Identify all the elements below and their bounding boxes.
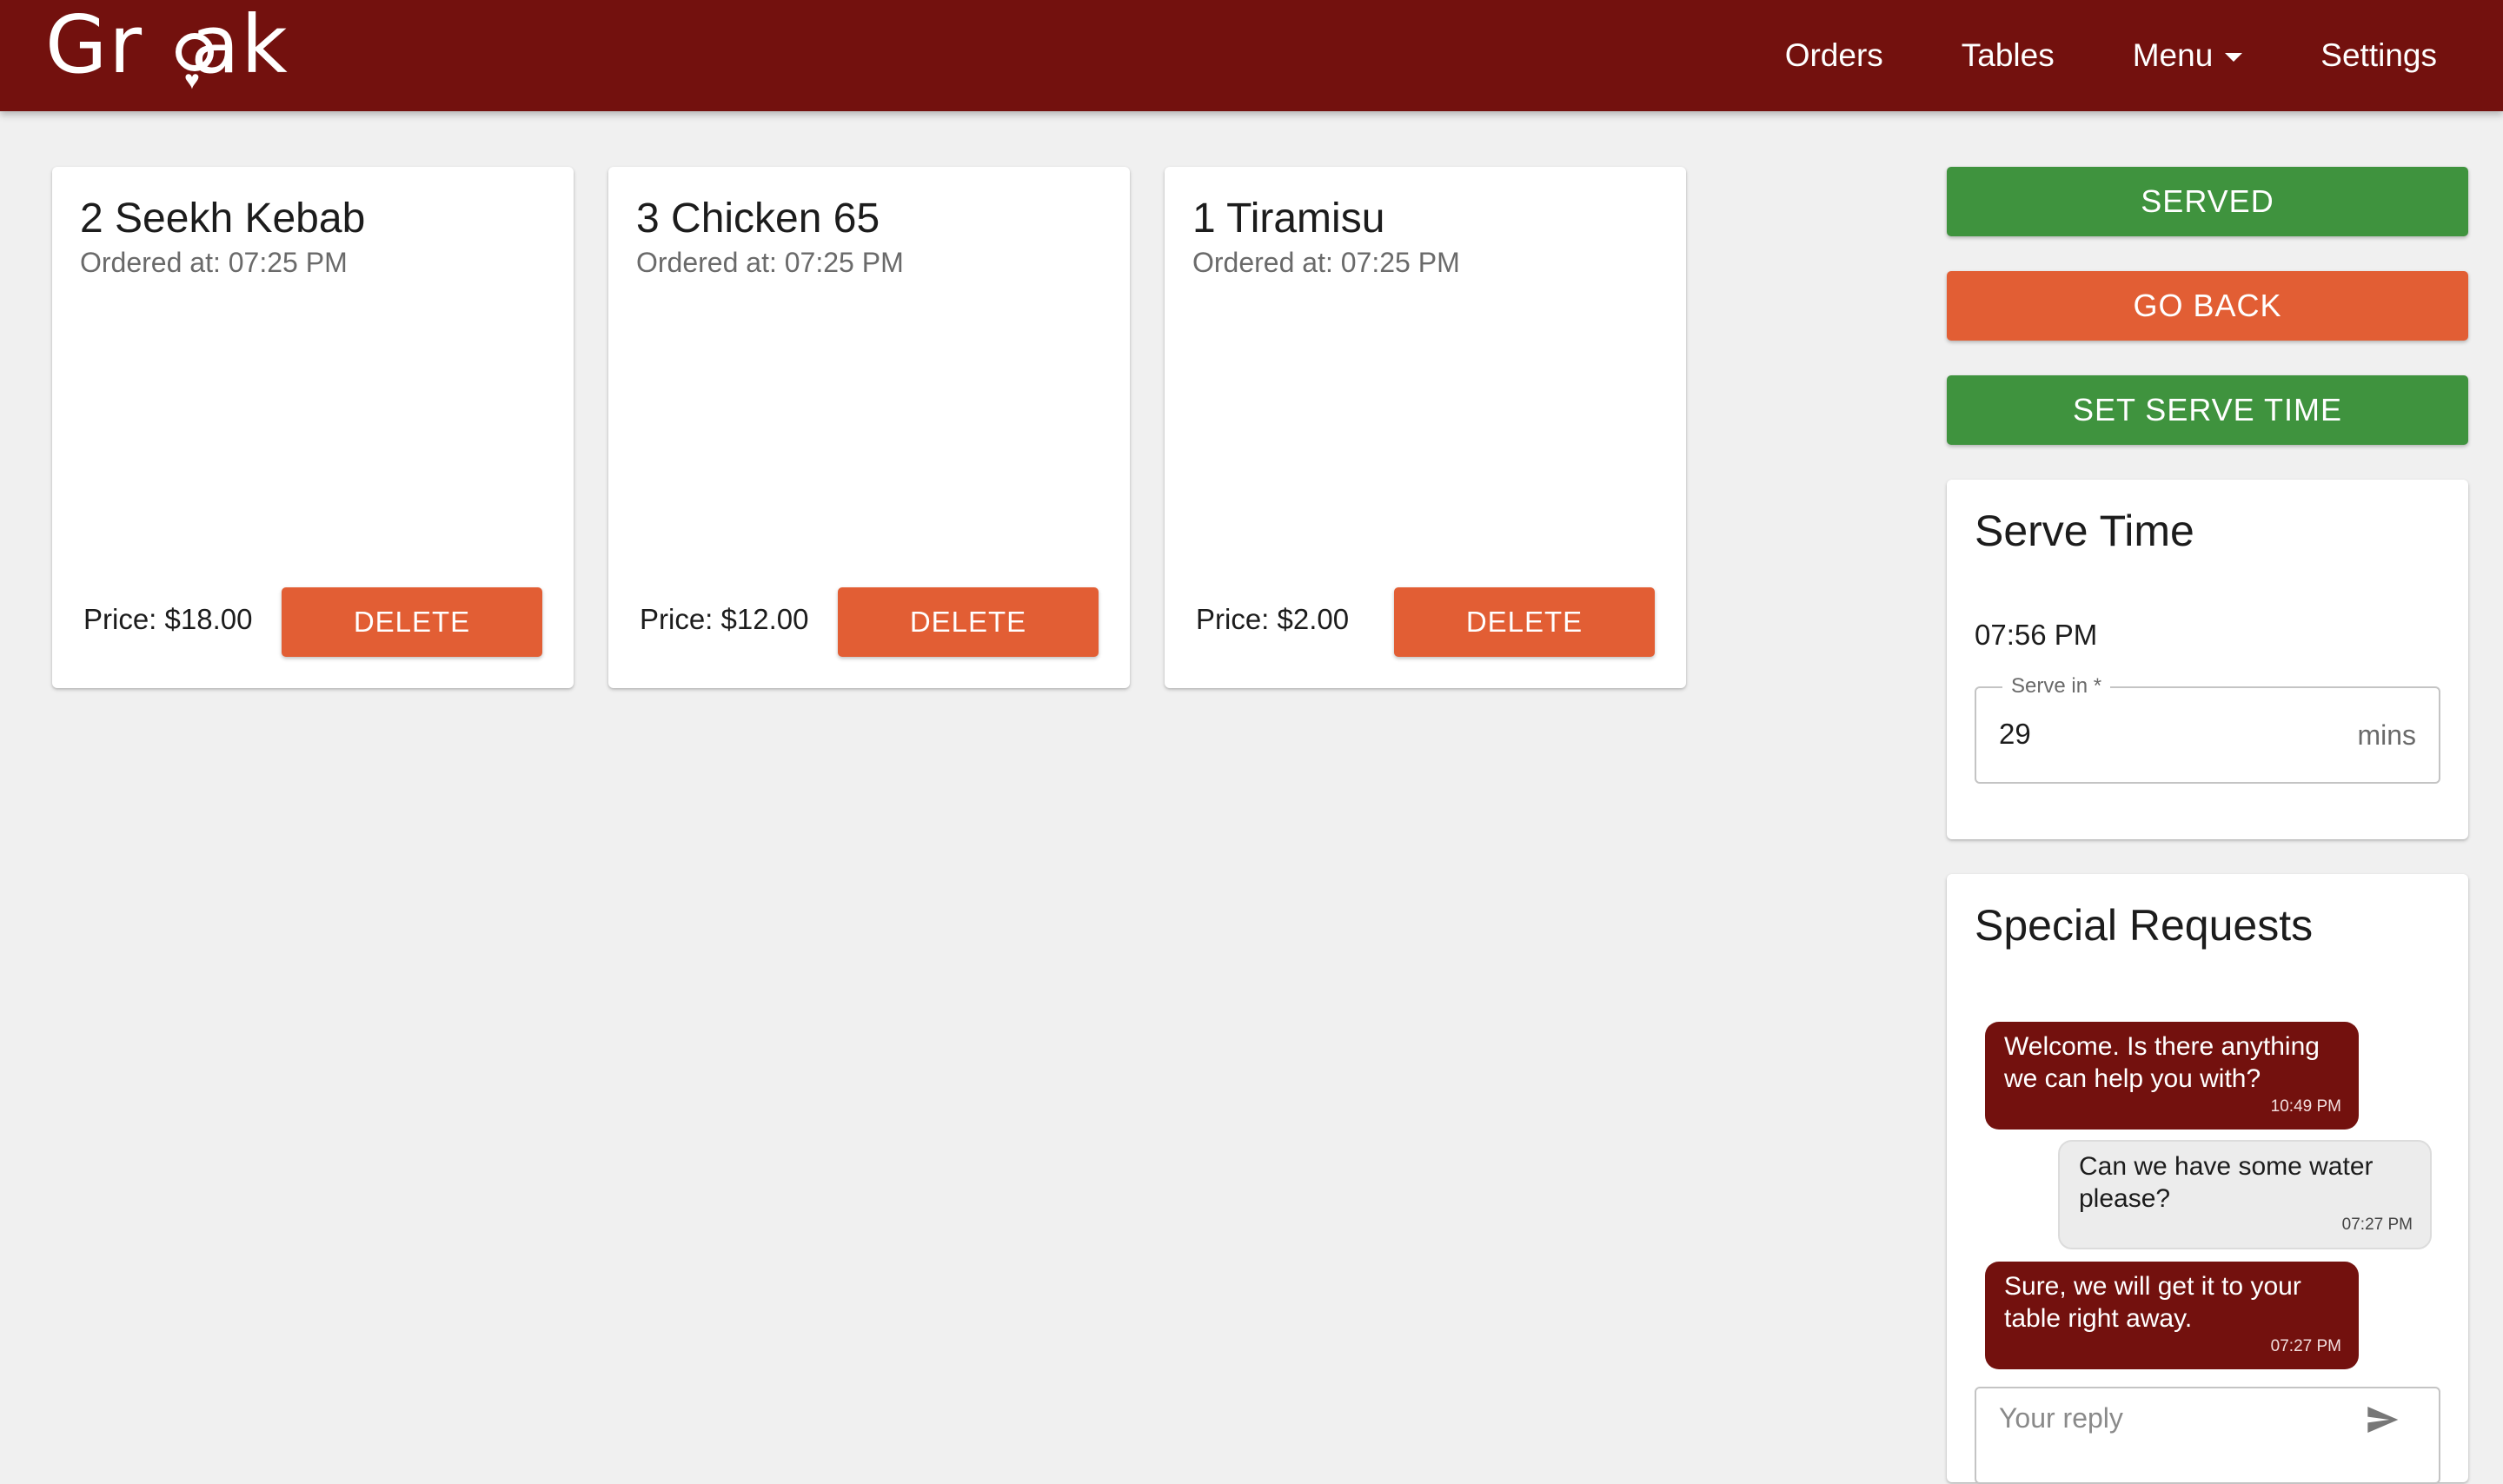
serve-time-value: 07:56 PM (1975, 619, 2098, 651)
message-time: 07:27 PM (2341, 1216, 2413, 1234)
order-title: 3 Chicken 65 (636, 195, 880, 242)
message-text: Welcome. Is there anything we can help y… (2004, 1032, 2320, 1093)
send-icon[interactable] (2362, 1402, 2402, 1437)
nav-settings-label: Settings (2320, 37, 2437, 73)
reply-field[interactable] (1975, 1387, 2440, 1484)
app-bar: Gr ak ♥ Orders Tables Menu Settings (0, 0, 2503, 111)
chat-message-guest: Can we have some water please? 07:27 PM (2058, 1140, 2432, 1249)
nav-settings[interactable]: Settings (2320, 37, 2437, 74)
serve-in-field[interactable]: Serve in * mins (1975, 674, 2440, 784)
message-time: 10:49 PM (2270, 1097, 2341, 1116)
chat-message-staff: Welcome. Is there anything we can help y… (1985, 1022, 2359, 1130)
order-title: 2 Seekh Kebab (80, 195, 366, 242)
serve-time-card: Serve Time 07:56 PM Serve in * mins (1947, 480, 2468, 839)
chat-message-staff: Sure, we will get it to your table right… (1985, 1262, 2359, 1369)
order-price: Price: $2.00 (1196, 603, 1350, 635)
reply-input[interactable] (1999, 1402, 2347, 1434)
message-text: Sure, we will get it to your table right… (2004, 1272, 2301, 1333)
nav-tables[interactable]: Tables (1962, 37, 2055, 74)
special-requests-card: Special Requests Welcome. Is there anyth… (1947, 874, 2468, 1484)
delete-button[interactable]: DELETE (838, 587, 1099, 657)
order-time: Ordered at: 07:25 PM (80, 247, 348, 278)
order-card: 2 Seekh Kebab Ordered at: 07:25 PM Price… (52, 167, 574, 688)
order-card: 3 Chicken 65 Ordered at: 07:25 PM Price:… (608, 167, 1130, 688)
nav-tables-label: Tables (1961, 37, 2055, 73)
order-time: Ordered at: 07:25 PM (636, 247, 904, 278)
delete-button[interactable]: DELETE (1394, 587, 1655, 657)
serve-time-title: Serve Time (1975, 507, 2194, 555)
nav-orders[interactable]: Orders (1785, 37, 1883, 74)
logo-text: Gr ak (45, 0, 289, 91)
serve-in-unit: mins (2357, 719, 2416, 751)
caret-down-icon (2225, 53, 2243, 62)
delete-button[interactable]: DELETE (282, 587, 542, 657)
order-card: 1 Tiramisu Ordered at: 07:25 PM Price: $… (1165, 167, 1686, 688)
order-price: Price: $18.00 (83, 603, 253, 635)
nav-menu-label: Menu (2132, 37, 2214, 73)
order-time: Ordered at: 07:25 PM (1192, 247, 1460, 278)
top-nav: Orders Tables Menu Settings (1785, 0, 2437, 111)
order-price: Price: $12.00 (640, 603, 809, 635)
special-requests-title: Special Requests (1975, 901, 2314, 950)
serve-in-label: Serve in * (2002, 674, 2111, 699)
set-serve-time-button[interactable]: SET SERVE TIME (1947, 375, 2468, 445)
nav-orders-label: Orders (1784, 37, 1883, 73)
message-time: 07:27 PM (2270, 1337, 2341, 1355)
serve-in-input[interactable] (1999, 718, 2312, 751)
nav-menu[interactable]: Menu (2133, 37, 2243, 74)
logo-heart-icon: ♥ (184, 66, 200, 95)
served-button[interactable]: SERVED (1947, 167, 2468, 236)
order-title: 1 Tiramisu (1192, 195, 1385, 242)
message-text: Can we have some water please? (2079, 1152, 2374, 1213)
go-back-button[interactable]: GO BACK (1947, 271, 2468, 341)
logo[interactable]: Gr ak ♥ (45, 2, 297, 104)
